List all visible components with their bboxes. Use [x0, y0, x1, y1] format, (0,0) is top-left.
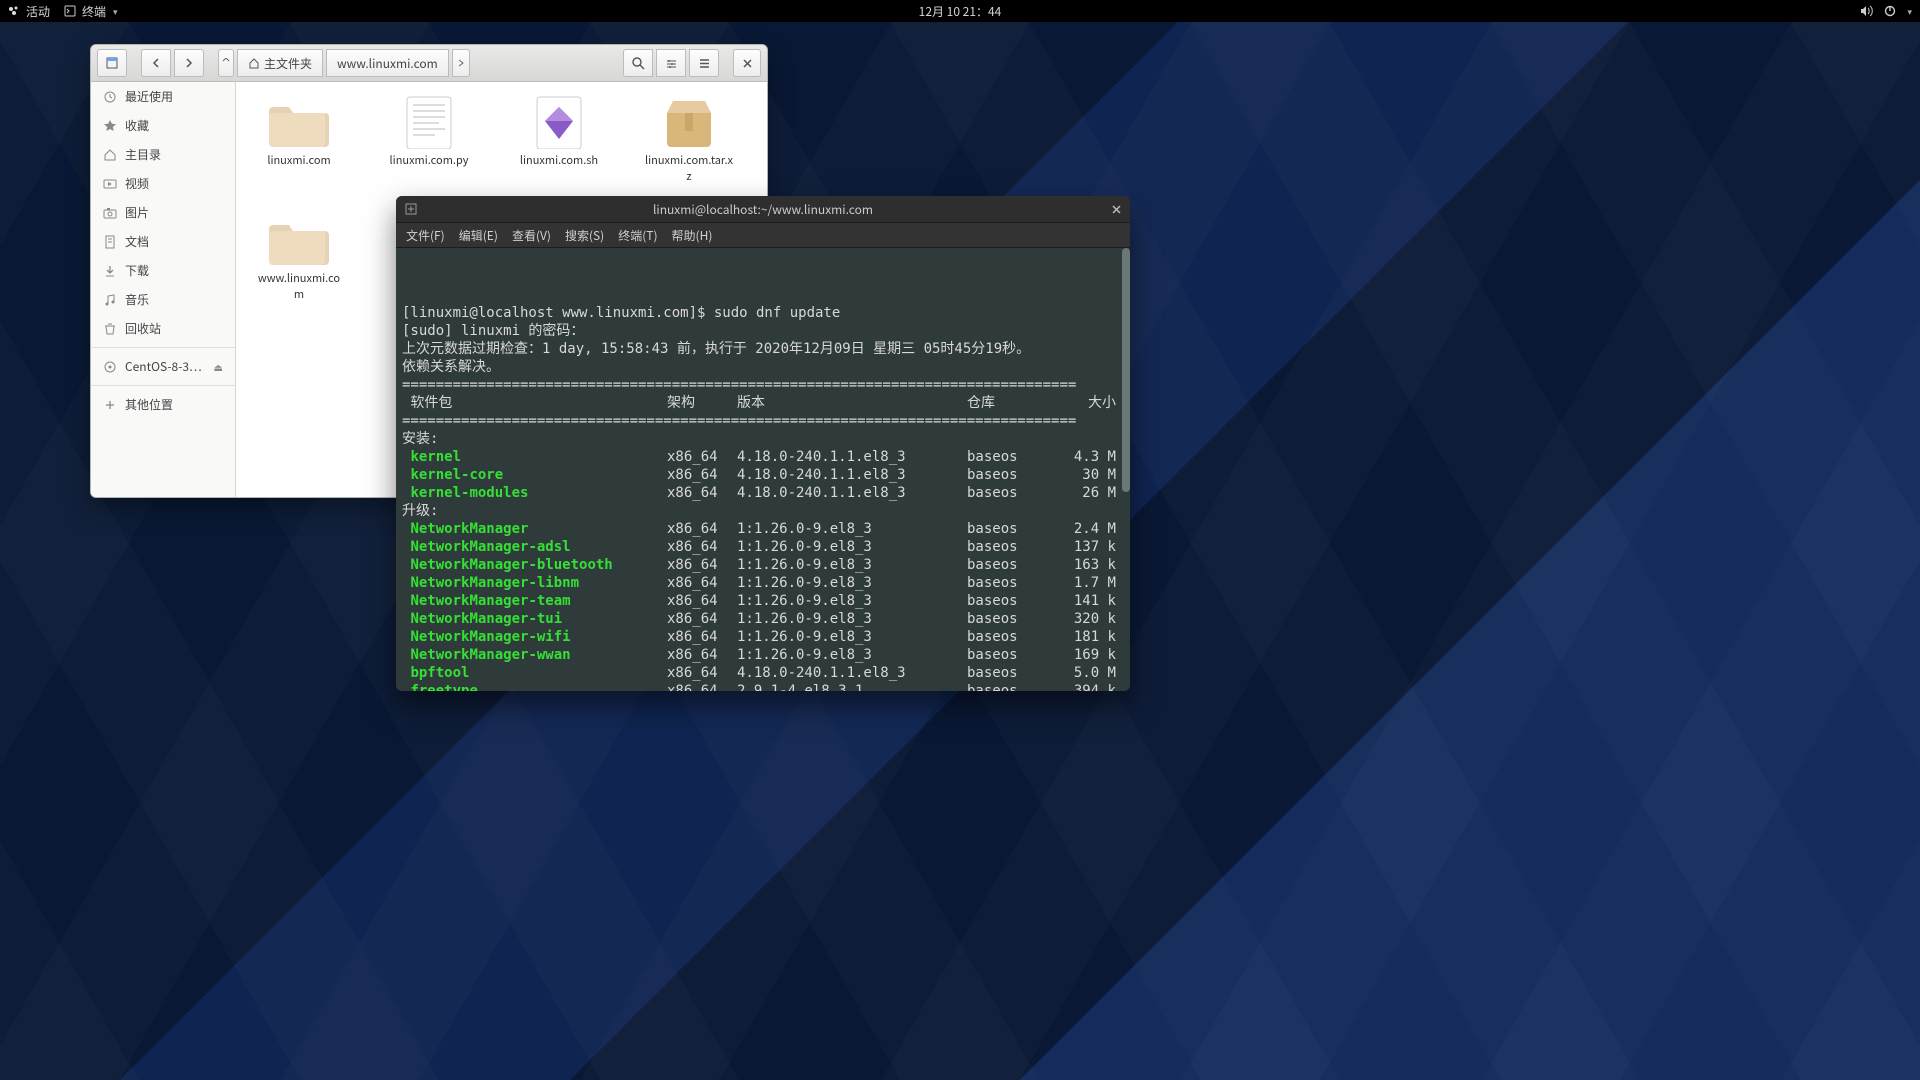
clock[interactable]: 12月 10 21：44: [919, 3, 1002, 20]
sidebar-item-label: 文档: [125, 233, 149, 250]
music-icon: [103, 293, 117, 307]
home-icon: [248, 57, 260, 69]
disk-icon: [103, 360, 117, 374]
clock-text: 12月 10 21：44: [919, 3, 1002, 20]
eject-icon[interactable]: ⏏: [214, 359, 223, 374]
search-button[interactable]: [623, 49, 653, 77]
app-menu[interactable]: 终端 ▾: [64, 3, 118, 20]
new-tab-button[interactable]: [404, 202, 418, 216]
top-panel: 活动 终端 ▾ 12月 10 21：44 ▾: [0, 0, 1920, 22]
gnome-logo-icon: [8, 5, 20, 17]
sidebar-item-label: 视频: [125, 175, 149, 192]
sidebar-item-label: 音乐: [125, 291, 149, 308]
sidebar-item-home[interactable]: 主目录: [91, 140, 235, 169]
file-label: www.linuxmi.com: [254, 270, 344, 302]
nav-back-button[interactable]: [141, 49, 171, 77]
file-label: linuxmi.com.tar.xz: [644, 152, 734, 184]
sidebar-item-plus[interactable]: 其他位置: [91, 390, 235, 419]
files-headerbar: 主文件夹 www.linuxmi.com: [91, 45, 767, 82]
terminal-titlebar[interactable]: linuxmi@localhost:~/www.linuxmi.com: [396, 196, 1130, 223]
sidebar-item-label: 图片: [125, 204, 149, 221]
file-item[interactable]: linuxmi.com.tar.xz: [644, 94, 734, 184]
chevron-down-icon: ▾: [1907, 5, 1912, 18]
sidebar-item-star[interactable]: 收藏: [91, 111, 235, 140]
sidebar-item-trash[interactable]: 回收站: [91, 314, 235, 343]
folder-icon: [269, 94, 329, 148]
sidebar-item-label: 主目录: [125, 146, 161, 163]
path-home-label: 主文件夹: [264, 55, 312, 72]
home-icon: [103, 148, 117, 162]
nav-forward-button[interactable]: [174, 49, 204, 77]
terminal-title-text: linuxmi@localhost:~/www.linuxmi.com: [653, 201, 873, 218]
view-controls-button[interactable]: [656, 49, 686, 77]
new-window-button[interactable]: [97, 49, 127, 77]
terminal-close-button[interactable]: [1108, 201, 1124, 217]
download-icon: [103, 264, 117, 278]
power-icon[interactable]: [1884, 5, 1896, 17]
folder-icon: [269, 212, 329, 266]
hamburger-menu-button[interactable]: [689, 49, 719, 77]
sidebar-item-label: 回收站: [125, 320, 161, 337]
terminal-scrollbar[interactable]: [1122, 248, 1130, 492]
chevron-down-icon: ▾: [113, 5, 118, 18]
file-item[interactable]: linuxmi.com.py: [384, 94, 474, 184]
path-more-button[interactable]: [452, 49, 470, 77]
clock-icon: [103, 90, 117, 104]
sidebar-item-disk[interactable]: CentOS-8-3… ⏏: [91, 352, 235, 381]
path-segment-home[interactable]: 主文件夹: [237, 49, 323, 77]
video-icon: [103, 177, 117, 191]
trash-icon: [103, 322, 117, 336]
files-sidebar: 最近使用收藏主目录视频图片文档下载音乐回收站 CentOS-8-3… ⏏ 其他位置: [91, 82, 236, 498]
sidebar-item-label: 下载: [125, 262, 149, 279]
terminal-menu-item[interactable]: 查看(V): [512, 227, 551, 244]
terminal-menu-item[interactable]: 文件(F): [406, 227, 445, 244]
file-item[interactable]: linuxmi.com: [254, 94, 344, 184]
terminal-menu-item[interactable]: 编辑(E): [459, 227, 498, 244]
activities-button[interactable]: 活动: [8, 3, 50, 20]
sidebar-item-clock[interactable]: 最近使用: [91, 82, 235, 111]
terminal-menu-item[interactable]: 帮助(H): [672, 227, 713, 244]
activities-label: 活动: [26, 3, 50, 20]
textfile-icon: [399, 94, 459, 148]
sidebar-item-label: 收藏: [125, 117, 149, 134]
terminal-menubar: 文件(F) 编辑(E) 查看(V) 搜索(S) 终端(T) 帮助(H): [396, 223, 1130, 248]
sidebar-item-label: CentOS-8-3…: [125, 358, 202, 375]
star-icon: [103, 119, 117, 133]
terminal-output[interactable]: [linuxmi@localhost www.linuxmi.com]$ sud…: [396, 248, 1130, 691]
doc-icon: [103, 235, 117, 249]
file-item[interactable]: www.linuxmi.com: [254, 212, 344, 302]
plus-icon: [103, 398, 117, 412]
file-label: linuxmi.com: [267, 152, 330, 168]
sidebar-item-video[interactable]: 视频: [91, 169, 235, 198]
camera-icon: [103, 206, 117, 220]
sidebar-item-camera[interactable]: 图片: [91, 198, 235, 227]
close-window-button[interactable]: [733, 49, 761, 77]
diamond-icon: [529, 94, 589, 148]
terminal-menu-item[interactable]: 终端(T): [618, 227, 657, 244]
path-up-button[interactable]: [218, 49, 234, 77]
sidebar-item-label: 最近使用: [125, 88, 173, 105]
file-item[interactable]: linuxmi.com.sh: [514, 94, 604, 184]
app-menu-label: 终端: [82, 3, 106, 20]
sidebar-item-doc[interactable]: 文档: [91, 227, 235, 256]
terminal-menu-item[interactable]: 搜索(S): [565, 227, 604, 244]
file-label: linuxmi.com.sh: [520, 152, 598, 168]
terminal-icon: [64, 5, 76, 17]
sidebar-item-music[interactable]: 音乐: [91, 285, 235, 314]
path-current-label: www.linuxmi.com: [337, 55, 438, 72]
sidebar-item-download[interactable]: 下载: [91, 256, 235, 285]
file-label: linuxmi.com.py: [390, 152, 469, 168]
sidebar-item-label: 其他位置: [125, 396, 173, 413]
package-icon: [659, 94, 719, 148]
volume-icon[interactable]: [1860, 5, 1874, 17]
terminal-window: linuxmi@localhost:~/www.linuxmi.com 文件(F…: [396, 196, 1130, 691]
path-segment-current[interactable]: www.linuxmi.com: [326, 49, 449, 77]
